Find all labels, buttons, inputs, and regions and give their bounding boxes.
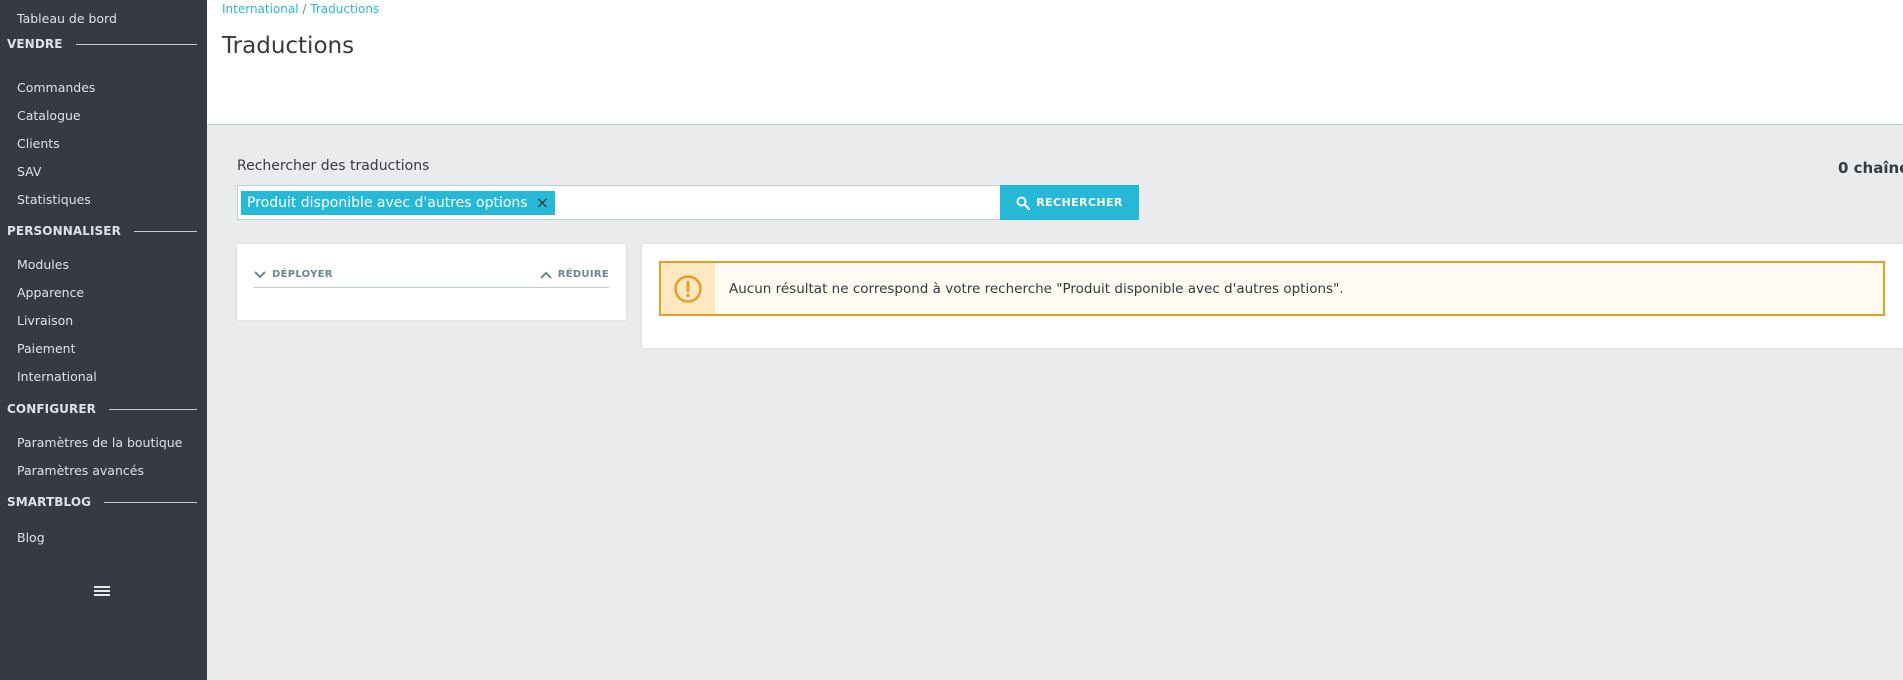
sidebar-item-parametres-boutique[interactable]: Paramètres de la boutique bbox=[17, 435, 182, 450]
sidebar-item-apparence[interactable]: Apparence bbox=[17, 285, 84, 300]
tree-toolbar: DÉPLOYER RÉDUIRE bbox=[254, 264, 609, 288]
results-panel: Aucun résultat ne correspond à votre rec… bbox=[642, 244, 1903, 348]
translation-tree-panel: DÉPLOYER RÉDUIRE bbox=[237, 244, 626, 320]
page-title: Traductions bbox=[222, 33, 355, 59]
sidebar-item-commandes[interactable]: Commandes bbox=[17, 80, 95, 95]
breadcrumb: International / Traductions bbox=[222, 2, 379, 16]
search-tag-label: Produit disponible avec d'autres options bbox=[247, 195, 528, 211]
chevron-up-icon bbox=[539, 271, 552, 279]
breadcrumb-link-traductions[interactable]: Traductions bbox=[310, 2, 379, 16]
search-input[interactable]: Produit disponible avec d'autres options… bbox=[237, 185, 1001, 220]
sidebar-item-sav[interactable]: SAV bbox=[17, 164, 41, 179]
sidebar-item-tableau-de-bord[interactable]: Tableau de bord bbox=[17, 11, 117, 26]
divider bbox=[104, 501, 197, 503]
result-count: 0 chaîne bbox=[1838, 159, 1903, 177]
sidebar-section-label: CONFIGURER bbox=[7, 402, 96, 416]
warning-icon bbox=[661, 263, 715, 314]
sidebar-section-label: SMARTBLOG bbox=[7, 495, 92, 509]
close-icon[interactable]: × bbox=[536, 191, 549, 215]
sidebar-item-statistiques[interactable]: Statistiques bbox=[17, 192, 91, 207]
sidebar-item-modules[interactable]: Modules bbox=[17, 257, 69, 272]
expand-button[interactable]: DÉPLOYER bbox=[254, 269, 333, 280]
sidebar-item-blog[interactable]: Blog bbox=[17, 530, 45, 545]
sidebar-item-livraison[interactable]: Livraison bbox=[17, 313, 73, 328]
sidebar-item-paiement[interactable]: Paiement bbox=[17, 341, 76, 356]
divider bbox=[133, 230, 197, 232]
divider bbox=[75, 43, 197, 45]
sidebar-section-vendre: VENDRE bbox=[7, 37, 197, 51]
search-label: Rechercher des traductions bbox=[237, 158, 430, 174]
sidebar: Tableau de bord VENDRE Commandes Catalog… bbox=[0, 0, 207, 680]
sidebar-item-parametres-avances[interactable]: Paramètres avancés bbox=[17, 463, 144, 478]
alert-message: Aucun résultat ne correspond à votre rec… bbox=[729, 280, 1344, 297]
page-header: International / Traductions Traductions bbox=[207, 0, 1903, 125]
warning-alert: Aucun résultat ne correspond à votre rec… bbox=[659, 261, 1885, 316]
collapse-button[interactable]: RÉDUIRE bbox=[539, 269, 609, 280]
sidebar-item-catalogue[interactable]: Catalogue bbox=[17, 108, 81, 123]
sidebar-item-international[interactable]: International bbox=[17, 369, 97, 384]
search-button[interactable]: RECHERCHER bbox=[1000, 185, 1139, 220]
divider bbox=[108, 408, 197, 410]
breadcrumb-link-international[interactable]: International bbox=[222, 2, 299, 16]
sidebar-section-label: PERSONNALISER bbox=[7, 224, 121, 238]
sidebar-section-configurer: CONFIGURER bbox=[7, 402, 197, 416]
menu-collapse-icon[interactable] bbox=[94, 586, 110, 600]
sidebar-item-clients[interactable]: Clients bbox=[17, 136, 60, 151]
search-button-label: RECHERCHER bbox=[1036, 196, 1123, 209]
sidebar-section-smartblog: SMARTBLOG bbox=[7, 495, 197, 509]
search-tag: Produit disponible avec d'autres options… bbox=[241, 191, 556, 215]
breadcrumb-separator: / bbox=[298, 2, 311, 16]
search-icon bbox=[1016, 196, 1031, 210]
collapse-label: RÉDUIRE bbox=[557, 269, 609, 280]
sidebar-section-label: VENDRE bbox=[7, 37, 63, 51]
sidebar-section-personnaliser: PERSONNALISER bbox=[7, 224, 197, 238]
expand-label: DÉPLOYER bbox=[272, 269, 333, 280]
chevron-down-icon bbox=[254, 270, 266, 278]
